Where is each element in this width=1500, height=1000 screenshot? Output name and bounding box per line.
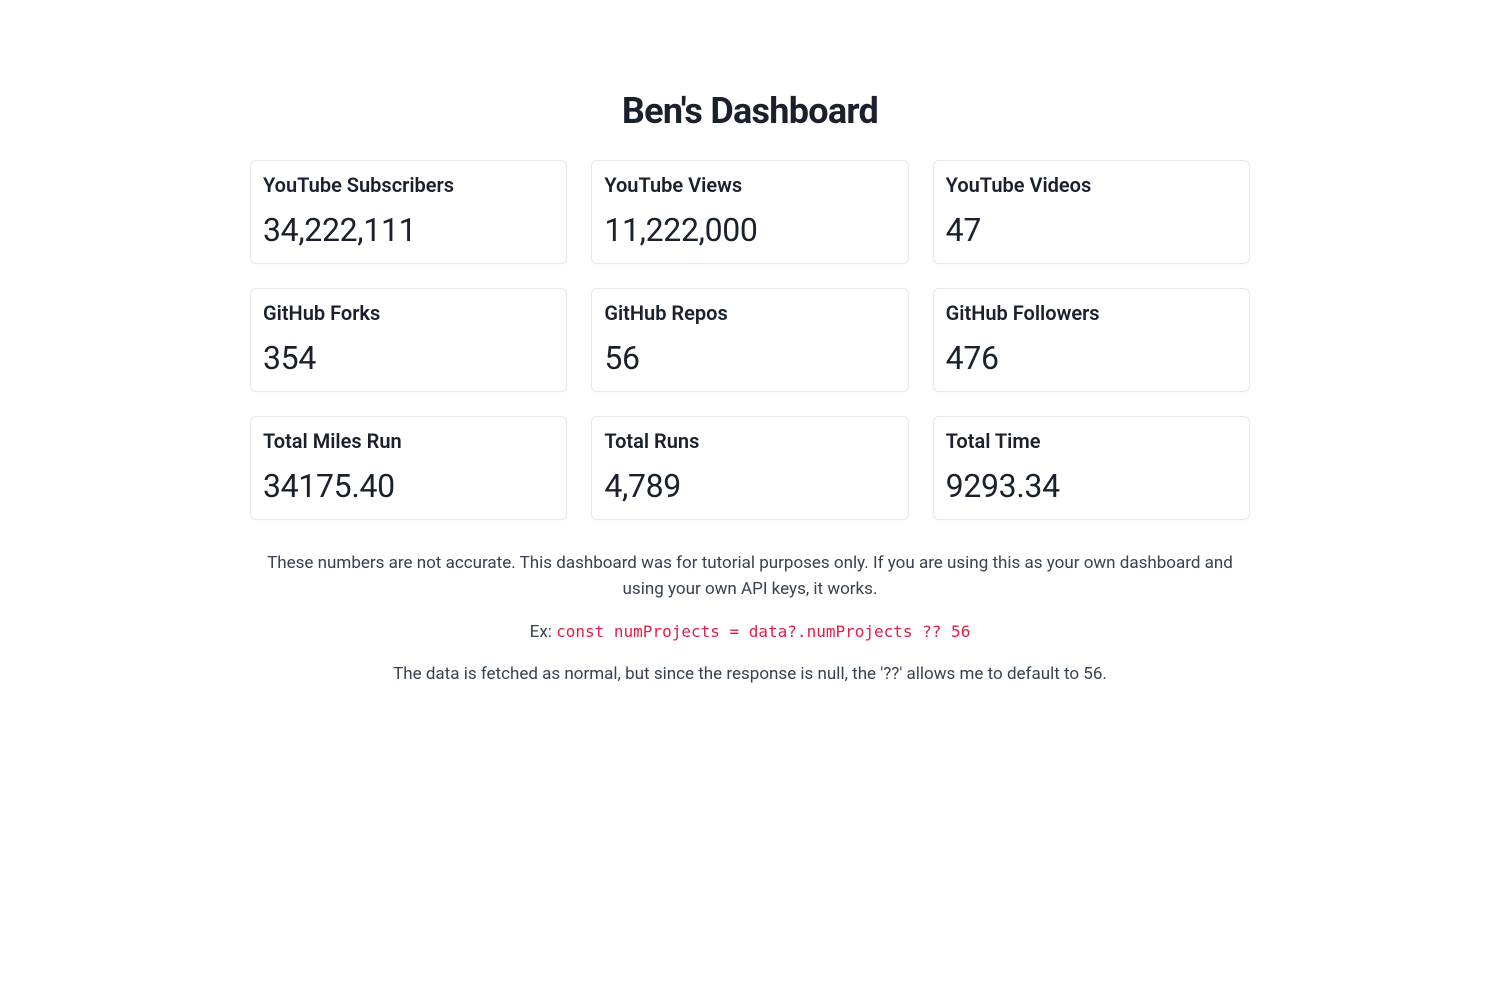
metric-card-youtube-subscribers: YouTube Subscribers 34,222,111 [250, 160, 567, 264]
notes-example: Ex: const numProjects = data?.numProject… [250, 619, 1250, 645]
metric-label: GitHub Repos [604, 301, 895, 325]
notes-explanation: The data is fetched as normal, but since… [250, 661, 1250, 687]
notes-disclaimer: These numbers are not accurate. This das… [250, 550, 1250, 603]
metric-card-youtube-videos: YouTube Videos 47 [933, 160, 1250, 264]
page-title: Ben's Dashboard [250, 90, 1250, 132]
metric-value: 56 [604, 339, 895, 377]
metric-card-github-followers: GitHub Followers 476 [933, 288, 1250, 392]
metric-label: Total Miles Run [263, 429, 554, 453]
dashboard-container: Ben's Dashboard YouTube Subscribers 34,2… [250, 0, 1250, 687]
metric-value: 354 [263, 339, 554, 377]
metric-label: YouTube Views [604, 173, 895, 197]
metric-card-github-repos: GitHub Repos 56 [591, 288, 908, 392]
metric-value: 476 [946, 339, 1237, 377]
metric-card-github-forks: GitHub Forks 354 [250, 288, 567, 392]
example-code: const numProjects = data?.numProjects ??… [556, 622, 970, 641]
metric-value: 9293.34 [946, 467, 1237, 505]
metric-card-total-miles-run: Total Miles Run 34175.40 [250, 416, 567, 520]
notes-example-prefix: Ex: [530, 622, 556, 642]
metric-value: 11,222,000 [604, 211, 895, 249]
metric-label: YouTube Subscribers [263, 173, 554, 197]
metric-value: 4,789 [604, 467, 895, 505]
metrics-grid: YouTube Subscribers 34,222,111 YouTube V… [250, 160, 1250, 520]
metric-value: 34,222,111 [263, 211, 554, 249]
notes-block: These numbers are not accurate. This das… [250, 550, 1250, 687]
metric-card-youtube-views: YouTube Views 11,222,000 [591, 160, 908, 264]
metric-label: Total Runs [604, 429, 895, 453]
metric-value: 34175.40 [263, 467, 554, 505]
metric-label: GitHub Followers [946, 301, 1237, 325]
metric-card-total-time: Total Time 9293.34 [933, 416, 1250, 520]
metric-label: GitHub Forks [263, 301, 554, 325]
metric-label: Total Time [946, 429, 1237, 453]
metric-card-total-runs: Total Runs 4,789 [591, 416, 908, 520]
metric-label: YouTube Videos [946, 173, 1237, 197]
metric-value: 47 [946, 211, 1237, 249]
